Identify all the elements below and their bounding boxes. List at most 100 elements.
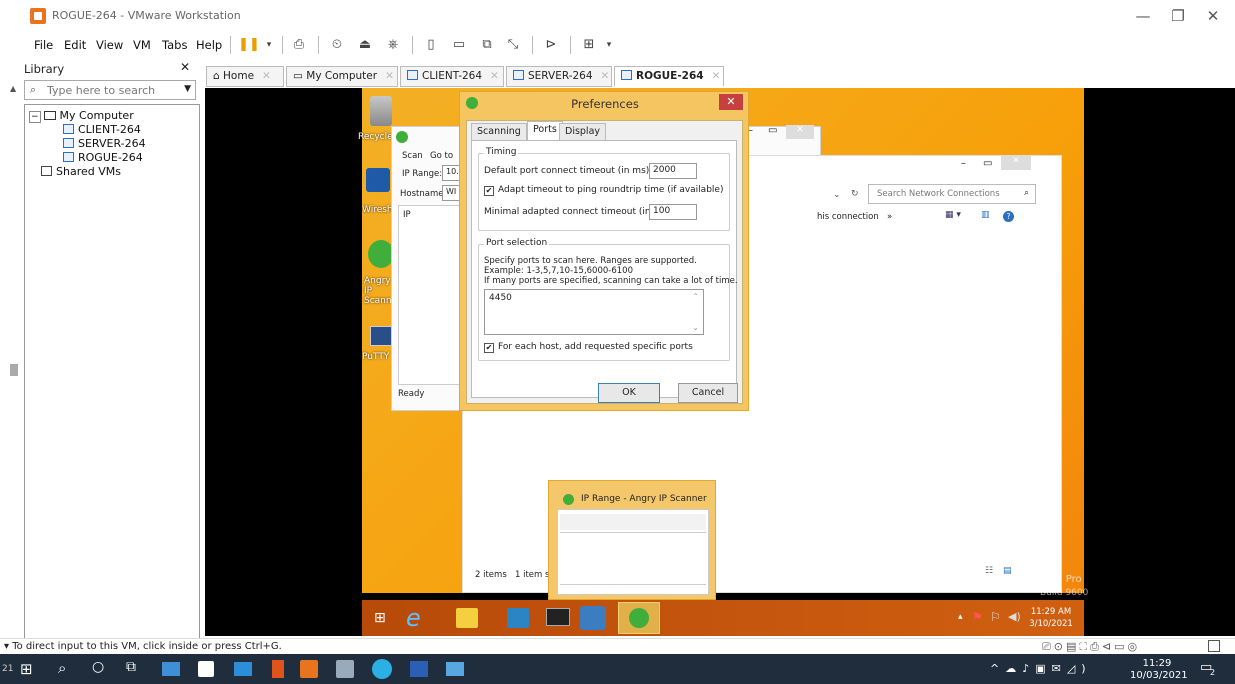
- checkbox-checked-icon[interactable]: ✔: [484, 186, 494, 196]
- tree-node-shared[interactable]: Shared VMs: [41, 165, 121, 178]
- chevron-down-icon[interactable]: ▼: [184, 84, 191, 94]
- tab-close-icon[interactable]: ✕: [262, 70, 271, 82]
- manage-snapshots-icon[interactable]: ⎈: [382, 35, 404, 55]
- menu-edit[interactable]: Edit: [64, 38, 86, 52]
- tab-close-icon[interactable]: ✕: [601, 70, 610, 82]
- tray-icons[interactable]: ^☁♪▣✉◿): [990, 662, 1092, 675]
- full-screen-icon[interactable]: ▭: [448, 35, 470, 55]
- close-icon[interactable]: ✕: [1198, 4, 1228, 28]
- tab-my-computer[interactable]: ▭ My Computer ✕: [286, 66, 398, 87]
- angry-close-icon[interactable]: ✕: [786, 125, 814, 139]
- dropdown-icon[interactable]: ▾: [598, 35, 620, 55]
- dropdown-icon[interactable]: ⌄: [833, 190, 841, 200]
- tab-home[interactable]: ⌂ Home ✕: [206, 66, 284, 87]
- volume-icon[interactable]: ◀): [1008, 610, 1021, 623]
- file-explorer-icon[interactable]: [456, 608, 478, 628]
- pause-icon[interactable]: ❚❚: [238, 35, 260, 55]
- tab-display[interactable]: Display: [559, 123, 607, 141]
- guest-clock[interactable]: 11:29 AM 3/10/2021: [1028, 606, 1074, 630]
- angry-taskbar-button[interactable]: [618, 602, 660, 634]
- library-view-icon[interactable]: ▯: [420, 35, 442, 55]
- explorer-toolbar-text[interactable]: his connection: [817, 212, 879, 222]
- details-view-icon[interactable]: ☷: [985, 566, 993, 576]
- ok-button[interactable]: OK: [598, 383, 660, 403]
- tree-node-my-computer[interactable]: − My Computer: [29, 109, 134, 123]
- preview-pane-icon[interactable]: ▥: [981, 210, 990, 220]
- menu-tabs[interactable]: Tabs: [162, 38, 187, 52]
- mail-icon[interactable]: [234, 662, 252, 676]
- large-icons-view-icon[interactable]: ▤: [1003, 566, 1012, 576]
- cancel-button[interactable]: Cancel: [678, 383, 738, 403]
- menu-goto[interactable]: Go to: [430, 151, 453, 161]
- angry-maximize-icon[interactable]: ▭: [768, 125, 777, 136]
- library-search-input[interactable]: ⌕ Type here to search ▼: [24, 80, 196, 100]
- scroll-up-icon[interactable]: ⌃: [692, 292, 699, 301]
- menu-help[interactable]: Help: [196, 38, 222, 52]
- flag-icon[interactable]: ⚐: [990, 610, 1001, 624]
- explorer-minimize-icon[interactable]: –: [961, 158, 966, 169]
- stretch-icon[interactable]: ⊞: [578, 35, 600, 55]
- tab-scanning[interactable]: Scanning: [471, 123, 527, 141]
- menu-view[interactable]: View: [96, 38, 123, 52]
- collapse-icon[interactable]: −: [29, 111, 41, 123]
- windows-start-icon[interactable]: ⊞: [20, 660, 33, 678]
- results-table[interactable]: IP: [398, 205, 462, 385]
- tree-node-client[interactable]: CLIENT-264: [63, 123, 141, 136]
- dropdown-icon[interactable]: ▾: [258, 35, 280, 55]
- windows-start-icon[interactable]: ⊞: [374, 610, 390, 626]
- panel-splitter[interactable]: [10, 364, 18, 376]
- ie-icon[interactable]: e: [406, 604, 432, 632]
- column-ip[interactable]: IP: [403, 210, 411, 220]
- tree-node-server[interactable]: SERVER-264: [63, 137, 146, 150]
- tray-up-icon[interactable]: ▴: [958, 612, 963, 622]
- taskbar-app-icon[interactable]: [162, 662, 180, 676]
- explorer-close-icon[interactable]: ✕: [1001, 156, 1031, 170]
- revert-snapshot-icon[interactable]: ⏏: [354, 35, 376, 55]
- menu-scan[interactable]: Scan: [402, 151, 423, 161]
- unity-icon[interactable]: ⧉: [476, 35, 498, 55]
- putty-icon[interactable]: [370, 326, 392, 346]
- vmware-taskbar-icon[interactable]: [300, 660, 318, 678]
- word-icon[interactable]: [410, 661, 428, 677]
- more-icon[interactable]: »: [887, 212, 892, 222]
- collapse-up-icon[interactable]: ▲: [10, 84, 16, 93]
- cmd-icon[interactable]: [546, 608, 570, 626]
- preferences-dialog[interactable]: Preferences ✕ Scanning Ports Display Tim…: [459, 91, 749, 411]
- photos-icon[interactable]: [446, 662, 464, 676]
- host-clock[interactable]: 11:29 10/03/2021: [1130, 658, 1188, 682]
- ports-textarea[interactable]: 4450 ⌃ ⌄: [484, 289, 704, 335]
- library-close-icon[interactable]: ✕: [180, 60, 190, 74]
- menu-file[interactable]: File: [34, 38, 53, 52]
- device-status-icons[interactable]: ⎚⊙▤⛶⎙⊲▭◎: [1042, 640, 1140, 654]
- task-view-icon[interactable]: ⧉: [126, 659, 136, 675]
- min-timeout-input[interactable]: 100: [649, 204, 697, 220]
- dialog-close-button[interactable]: ✕: [719, 94, 743, 110]
- search-icon[interactable]: ⌕: [58, 659, 66, 677]
- snapshot-icon[interactable]: ⏲: [326, 35, 348, 55]
- explorer-maximize-icon[interactable]: ▭: [983, 158, 992, 169]
- checkbox-checked-icon[interactable]: ✔: [484, 343, 494, 353]
- tree-node-rogue[interactable]: ROGUE-264: [63, 151, 143, 164]
- tab-close-icon[interactable]: ✕: [385, 70, 394, 82]
- default-timeout-input[interactable]: 2000: [649, 163, 697, 179]
- adapt-timeout-checkbox[interactable]: ✔ Adapt timeout to ping roundtrip time (i…: [484, 185, 723, 196]
- menu-vm[interactable]: VM: [133, 38, 151, 52]
- edge-icon[interactable]: [372, 659, 392, 679]
- each-host-checkbox[interactable]: ✔ For each host, add requested specific p…: [484, 342, 693, 353]
- help-icon[interactable]: ?: [1003, 211, 1014, 222]
- restore-icon[interactable]: ❐: [1163, 4, 1193, 28]
- office-icon[interactable]: [272, 660, 284, 678]
- minimize-icon[interactable]: —: [1128, 4, 1158, 28]
- recycle-bin-icon[interactable]: [370, 96, 392, 126]
- network-warning-icon[interactable]: ⚑: [972, 610, 983, 624]
- tab-close-icon[interactable]: ✕: [490, 70, 499, 82]
- console-view-icon[interactable]: ⊳: [540, 35, 562, 55]
- taskbar-thumbnail[interactable]: IP Range - Angry IP Scanner: [548, 480, 716, 600]
- network-icon[interactable]: [580, 606, 606, 630]
- store-icon[interactable]: [198, 661, 214, 677]
- tab-close-icon[interactable]: ✕: [712, 70, 721, 82]
- scroll-down-icon[interactable]: ⌄: [692, 323, 699, 332]
- tab-ports[interactable]: Ports: [527, 121, 563, 141]
- tab-client[interactable]: CLIENT-264 ✕: [400, 66, 504, 87]
- powershell-icon[interactable]: [507, 608, 529, 628]
